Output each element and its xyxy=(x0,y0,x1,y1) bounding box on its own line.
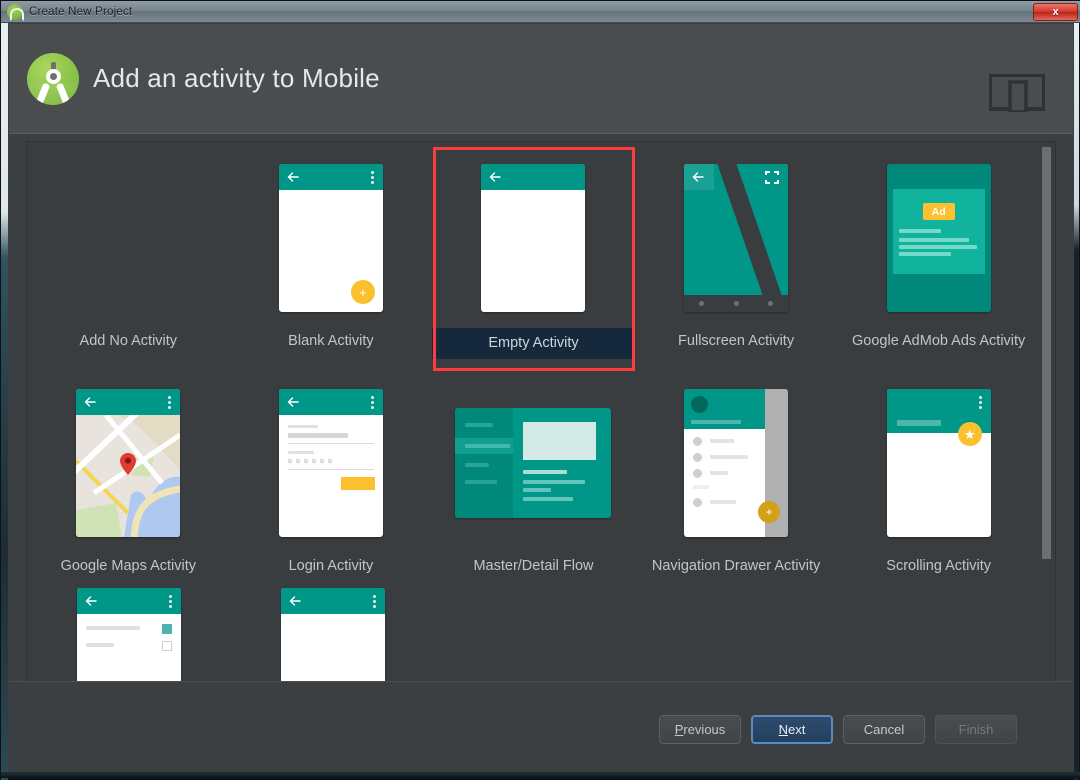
activity-label: Blank Activity xyxy=(288,333,374,349)
login-activity-thumbnail xyxy=(278,373,383,553)
overflow-menu-icon xyxy=(373,595,376,608)
overflow-menu-icon xyxy=(169,595,172,608)
activity-label: Google Maps Activity xyxy=(60,558,196,574)
activity-item-admob-activity[interactable]: Ad Google AdMob Ads Activity xyxy=(837,148,1040,359)
back-arrow-icon xyxy=(287,397,299,407)
fab-add-icon: + xyxy=(350,280,375,304)
activity-item-settings-activity[interactable] xyxy=(27,588,231,682)
previous-button-label: revious xyxy=(683,722,726,737)
activity-item-login-activity[interactable]: Login Activity xyxy=(230,373,433,574)
admob-activity-thumbnail: Ad xyxy=(886,148,991,328)
back-arrow-icon xyxy=(287,172,299,182)
tabbed-activity-thumbnail xyxy=(281,588,385,682)
activity-item-scrolling-activity[interactable]: ★ Scrolling Activity xyxy=(837,373,1040,574)
window-left-edge xyxy=(1,23,8,780)
navigation-drawer-thumbnail: + xyxy=(684,373,789,553)
activity-row xyxy=(27,574,1040,682)
android-studio-logo xyxy=(27,52,79,105)
checkbox-checked-icon xyxy=(162,624,172,634)
window-right-edge xyxy=(1074,23,1079,780)
activity-item-google-maps-activity[interactable]: Google Maps Activity xyxy=(27,373,230,574)
activity-item-master-detail-flow[interactable]: Master/Detail Flow xyxy=(432,373,635,574)
close-icon[interactable]: x xyxy=(1033,3,1078,21)
overflow-menu-icon xyxy=(978,396,982,409)
activity-label: Google AdMob Ads Activity xyxy=(852,333,1026,349)
create-new-project-dialog: Create New Project x Add an activity to … xyxy=(0,0,1080,780)
back-arrow-icon xyxy=(289,596,301,606)
android-studio-icon xyxy=(7,3,24,21)
finish-button: Finish xyxy=(935,715,1017,744)
dialog-button-row: Previous Next Cancel Finish xyxy=(659,715,1017,744)
page-title: Add an activity to Mobile xyxy=(93,63,380,93)
activity-label: Login Activity xyxy=(288,558,374,574)
back-arrow-icon xyxy=(692,172,704,182)
window-bottom-edge xyxy=(1,772,1080,778)
back-arrow-icon xyxy=(489,172,502,182)
next-button-label: ext xyxy=(788,722,806,737)
previous-button[interactable]: Previous xyxy=(659,715,741,744)
fullscreen-activity-thumbnail xyxy=(684,148,789,328)
empty-activity-thumbnail xyxy=(481,148,586,328)
blank-activity-thumbnail: + xyxy=(278,148,383,328)
maps-activity-thumbnail xyxy=(76,373,181,553)
activity-label: Navigation Drawer Activity xyxy=(651,558,821,574)
activity-grid: Add No Activity + Blank Activity Empty A… xyxy=(27,142,1040,682)
next-button[interactable]: Next xyxy=(751,715,833,744)
fullscreen-icon xyxy=(765,171,780,184)
activity-item-tabbed-activity[interactable] xyxy=(231,588,435,682)
overflow-menu-icon xyxy=(370,171,374,184)
activity-label: Fullscreen Activity xyxy=(678,333,795,349)
dialog-header: Add an activity to Mobile xyxy=(9,24,1073,134)
overflow-menu-icon xyxy=(168,396,172,409)
activity-item-empty-activity[interactable]: Empty Activity xyxy=(432,147,636,371)
fab-star-icon: ★ xyxy=(957,422,982,446)
activity-item-fullscreen-activity[interactable]: Fullscreen Activity xyxy=(635,148,838,359)
activity-template-gallery[interactable]: Add No Activity + Blank Activity Empty A… xyxy=(26,141,1056,683)
overflow-menu-icon xyxy=(370,396,374,409)
scrollbar-thumb[interactable] xyxy=(1042,147,1051,559)
devices-icon xyxy=(989,74,1045,112)
next-mnemonic: N xyxy=(778,722,789,737)
back-arrow-icon xyxy=(85,596,97,606)
activity-label: Master/Detail Flow xyxy=(473,558,594,574)
ad-badge: Ad xyxy=(922,203,955,220)
activity-label: Empty Activity xyxy=(432,328,635,359)
activity-row: Add No Activity + Blank Activity Empty A… xyxy=(27,142,1040,371)
window-title: Create New Project xyxy=(29,5,133,18)
activity-item-blank-activity[interactable]: + Blank Activity xyxy=(230,148,433,359)
master-detail-thumbnail xyxy=(455,373,612,553)
settings-activity-thumbnail xyxy=(77,588,181,682)
activity-label: Scrolling Activity xyxy=(886,558,992,574)
fab-add-icon: + xyxy=(758,501,781,523)
login-submit-button xyxy=(340,477,375,490)
activity-item-navigation-drawer-activity[interactable]: + Navigation Drawer Activity xyxy=(635,373,838,574)
cancel-button[interactable]: Cancel xyxy=(843,715,925,744)
back-arrow-icon xyxy=(84,397,96,407)
scrolling-activity-thumbnail: ★ xyxy=(886,373,991,553)
checkbox-icon xyxy=(162,641,172,651)
activity-row: Google Maps Activity Login Activity Mast… xyxy=(27,359,1040,574)
dialog-footer: Previous Next Cancel Finish xyxy=(9,681,1073,771)
map-pin-icon xyxy=(120,453,137,475)
activity-item-add-no-activity[interactable]: Add No Activity xyxy=(27,148,230,359)
avatar xyxy=(691,396,709,413)
activity-label: Add No Activity xyxy=(79,333,178,349)
gallery-scrollbar[interactable] xyxy=(1040,144,1053,682)
map-graphic xyxy=(76,415,181,537)
window-titlebar[interactable]: Create New Project x xyxy=(1,1,1080,23)
